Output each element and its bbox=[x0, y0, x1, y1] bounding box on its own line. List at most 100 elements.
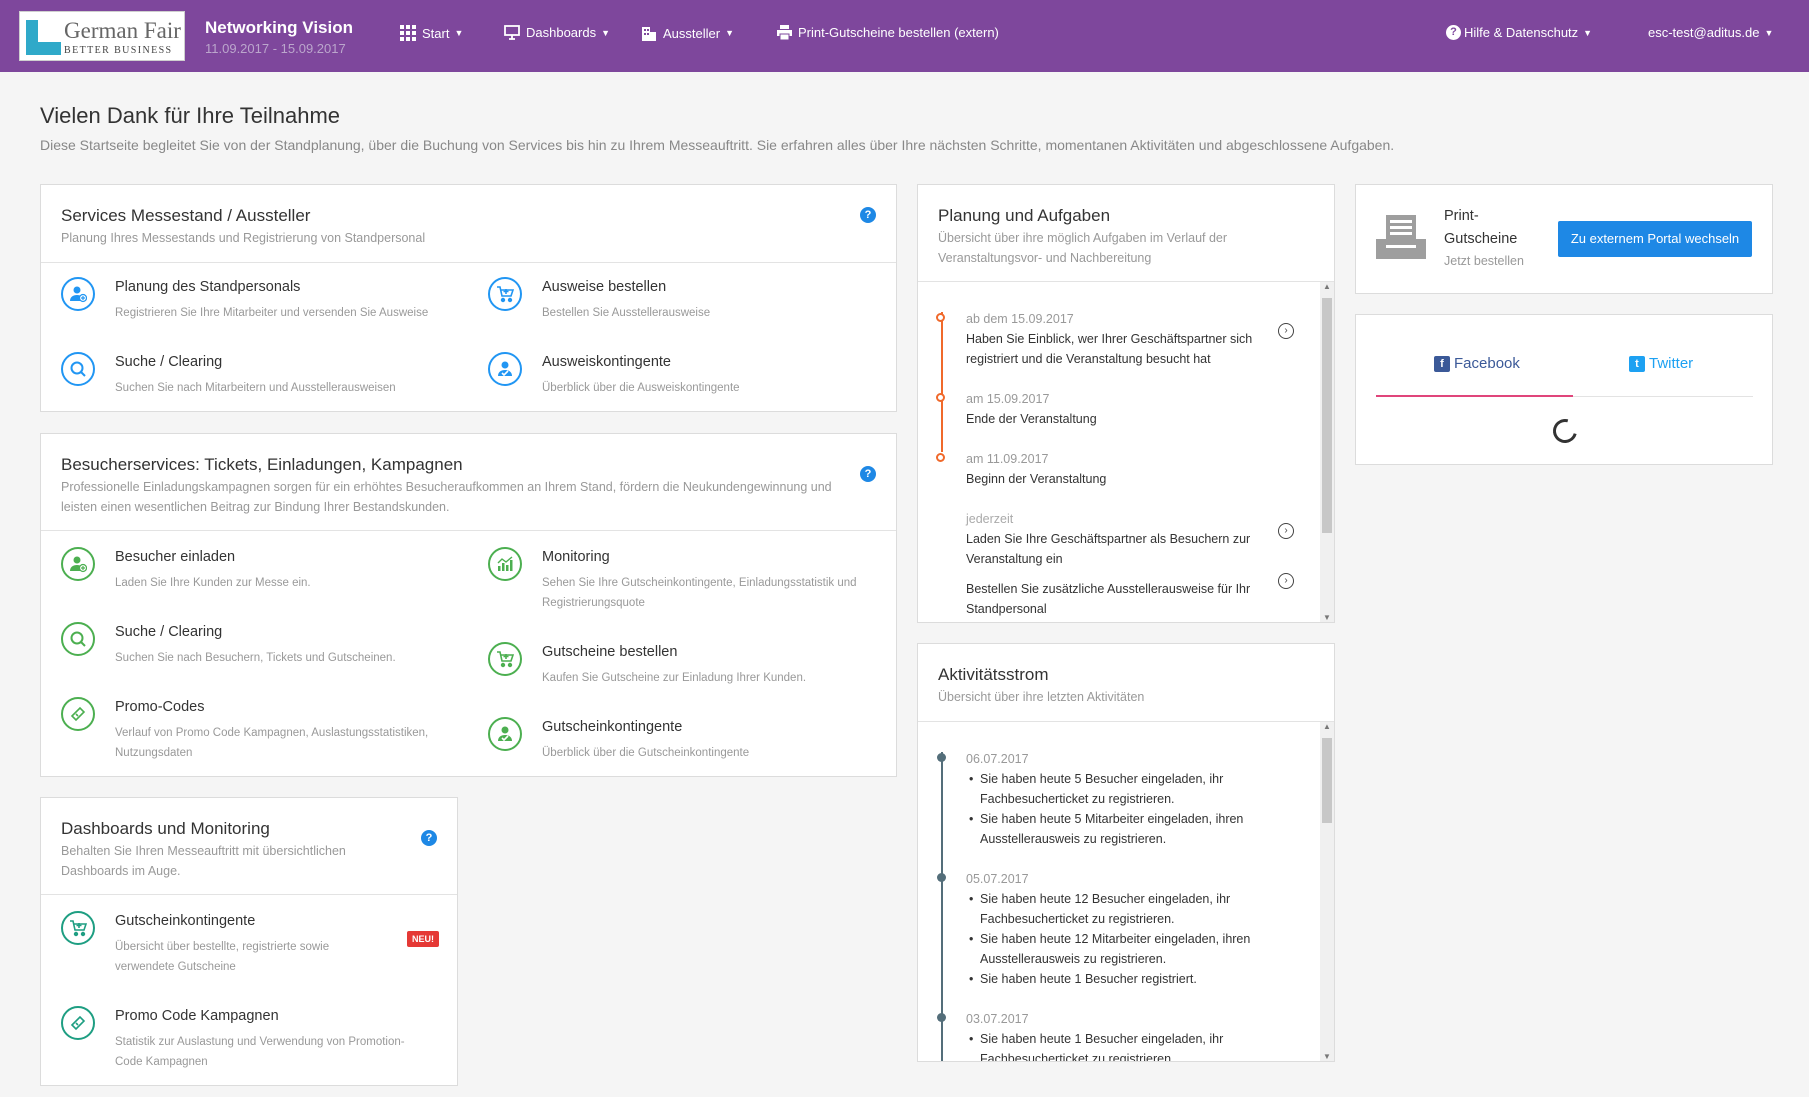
dashboard-promo-code-kampagnen[interactable]: Promo Code Kampagnen Statistik zur Ausla… bbox=[61, 1006, 439, 1076]
nav-dashboards[interactable]: Dashboards ▼ bbox=[504, 25, 610, 40]
external-portal-button[interactable]: Zu externem Portal wechseln bbox=[1558, 221, 1752, 257]
activity-line: Sie haben heute 12 Mitarbeiter eingelade… bbox=[969, 929, 1304, 969]
print-card-title: Print-Gutscheine bbox=[1444, 208, 1518, 247]
service-gutscheinkontingente[interactable]: Gutscheinkontingente Überblick über die … bbox=[488, 717, 878, 767]
service-ausweise-bestellen[interactable]: Ausweise bestellen Bestellen Sie Ausstel… bbox=[488, 277, 878, 337]
timeline-text: Laden Sie Ihre Geschäftspartner als Besu… bbox=[966, 532, 1251, 566]
tab-twitter[interactable]: t Twitter bbox=[1629, 355, 1693, 372]
service-monitoring[interactable]: Monitoring Sehen Sie Ihre Gutscheinkonti… bbox=[488, 547, 878, 617]
card-subtitle: Professionelle Einladungskampagnen sorge… bbox=[61, 480, 832, 514]
person-check-icon bbox=[488, 352, 522, 386]
activity-date: 06.07.2017 bbox=[966, 752, 1029, 766]
social-feed-card: f Facebook t Twitter bbox=[1355, 314, 1773, 465]
service-description: Bestellen Sie Ausstellerausweise bbox=[542, 307, 711, 319]
service-title: Promo-Codes bbox=[115, 699, 205, 715]
page-subtitle: Diese Startseite begleitet Sie von der S… bbox=[40, 137, 1395, 153]
twitter-icon: t bbox=[1629, 355, 1645, 372]
scroll-up-icon[interactable]: ▲ bbox=[1320, 722, 1334, 731]
tab-facebook[interactable]: f Facebook bbox=[1434, 355, 1520, 372]
activity-entry: 05.07.2017 Sie haben heute 12 Besucher e… bbox=[937, 869, 1304, 989]
timeline-item: jederzeit Laden Sie Ihre Geschäftspartne… bbox=[966, 509, 1294, 569]
scroll-down-icon[interactable]: ▼ bbox=[1320, 1052, 1334, 1061]
service-suche-clearing[interactable]: Suche / Clearing Suchen Sie nach Mitarbe… bbox=[61, 352, 461, 402]
scroll-thumb[interactable] bbox=[1322, 738, 1332, 823]
service-title: Ausweiskontingente bbox=[542, 354, 671, 370]
activity-list[interactable]: 06.07.2017 Sie haben heute 5 Besucher ei… bbox=[918, 722, 1334, 1061]
services-exhibitor-card: Services Messestand / Aussteller Planung… bbox=[40, 184, 897, 412]
service-besucher-einladen[interactable]: Besucher einladen Laden Sie Ihre Kunden … bbox=[61, 547, 461, 597]
building-icon bbox=[642, 27, 656, 41]
visitor-services-card: Besucherservices: Tickets, Einladungen, … bbox=[40, 433, 897, 777]
cart-icon bbox=[61, 911, 95, 945]
activity-stream-card: Aktivitätsstrom Übersicht über ihre letz… bbox=[917, 643, 1335, 1062]
activity-line: Sie haben heute 1 Besucher registriert. bbox=[969, 969, 1304, 989]
chevron-right-circle-icon[interactable]: › bbox=[1278, 323, 1294, 339]
timeline-line bbox=[941, 312, 943, 452]
nav-help[interactable]: ? Hilfe & Datenschutz ▼ bbox=[1446, 25, 1592, 40]
service-description: Suchen Sie nach Mitarbeitern und Ausstel… bbox=[115, 382, 396, 394]
nav-dashboards-label: Dashboards bbox=[526, 25, 597, 40]
nav-aussteller-label: Aussteller bbox=[663, 25, 721, 41]
facebook-icon: f bbox=[1434, 355, 1450, 372]
service-description: Sehen Sie Ihre Gutscheinkontingente, Ein… bbox=[542, 577, 857, 609]
timeline-dot bbox=[936, 453, 945, 462]
service-title: Monitoring bbox=[542, 549, 610, 565]
nav-user-menu[interactable]: esc-test@aditus.de ▼ bbox=[1648, 25, 1773, 40]
service-ausweiskontingente[interactable]: Ausweiskontingente Überblick über die Au… bbox=[488, 352, 878, 402]
monitor-icon bbox=[504, 25, 520, 40]
service-standpersonal-planning[interactable]: Planung des Standpersonals Registrieren … bbox=[61, 277, 461, 337]
user-email: esc-test@aditus.de bbox=[1648, 25, 1760, 40]
chevron-down-icon: ▼ bbox=[601, 27, 611, 38]
scroll-down-icon[interactable]: ▼ bbox=[1320, 613, 1334, 622]
tab-facebook-label: Facebook bbox=[1454, 355, 1520, 372]
chevron-down-icon: ▼ bbox=[1583, 27, 1593, 38]
service-gutscheine-bestellen[interactable]: Gutscheine bestellen Kaufen Sie Gutschei… bbox=[488, 642, 878, 692]
chart-icon bbox=[488, 547, 522, 581]
timeline-dot bbox=[936, 313, 945, 322]
service-title: Besucher einladen bbox=[115, 549, 236, 565]
new-badge: NEU! bbox=[407, 931, 439, 947]
timeline-date: am 11.09.2017 bbox=[966, 452, 1049, 466]
service-title: Gutscheine bestellen bbox=[542, 644, 678, 660]
timeline-text: Beginn der Veranstaltung bbox=[966, 472, 1107, 486]
scrollbar[interactable]: ▲ ▼ bbox=[1320, 282, 1334, 622]
card-subtitle: Behalten Sie Ihren Messeauftritt mit übe… bbox=[61, 844, 346, 878]
help-icon[interactable]: ? bbox=[860, 207, 876, 223]
planning-timeline[interactable]: ab dem 15.09.2017 Haben Sie Einblick, we… bbox=[918, 282, 1334, 622]
activity-date: 05.07.2017 bbox=[966, 872, 1029, 886]
dashboard-gutscheinkontingente[interactable]: Gutscheinkontingente Übersicht über best… bbox=[61, 911, 439, 981]
search-icon bbox=[61, 352, 95, 386]
nav-print-gutscheine[interactable]: Print-Gutscheine bestellen (extern) bbox=[777, 25, 999, 40]
scroll-thumb[interactable] bbox=[1322, 298, 1332, 533]
tab-divider bbox=[1573, 396, 1753, 397]
chevron-right-circle-icon[interactable]: › bbox=[1278, 523, 1294, 539]
nav-aussteller[interactable]: Aussteller ▼ bbox=[641, 25, 734, 41]
german-fair-logo[interactable]: German Fair BETTER BUSINESS bbox=[19, 11, 185, 61]
card-subtitle: Planung Ihres Messestands und Registrier… bbox=[61, 231, 426, 245]
logo-tagline: BETTER BUSINESS bbox=[64, 45, 173, 56]
activity-line: Sie haben heute 5 Mitarbeiter eingeladen… bbox=[969, 809, 1304, 849]
service-suche-clearing-visitors[interactable]: Suche / Clearing Suchen Sie nach Besuche… bbox=[61, 622, 461, 672]
service-title: Planung des Standpersonals bbox=[115, 279, 301, 295]
scroll-up-icon[interactable]: ▲ bbox=[1320, 282, 1334, 291]
service-description: Laden Sie Ihre Kunden zur Messe ein. bbox=[115, 577, 311, 589]
help-icon[interactable]: ? bbox=[421, 830, 437, 846]
service-title: Gutscheinkontingente bbox=[115, 913, 256, 929]
service-description: Statistik zur Auslastung und Verwendung … bbox=[115, 1036, 405, 1068]
card-header: Dashboards und Monitoring Behalten Sie I… bbox=[41, 798, 457, 895]
scrollbar[interactable]: ▲ ▼ bbox=[1320, 722, 1334, 1061]
activity-date: 03.07.2017 bbox=[966, 1012, 1029, 1026]
help-icon[interactable]: ? bbox=[860, 466, 876, 482]
timeline-date: jederzeit bbox=[966, 512, 1014, 526]
service-description: Übersicht über bestellte, registrierte s… bbox=[115, 941, 330, 973]
chevron-right-circle-icon[interactable]: › bbox=[1278, 573, 1294, 589]
service-title: Suche / Clearing bbox=[115, 624, 223, 640]
person-check-icon bbox=[488, 717, 522, 751]
planning-tasks-card: Planung und Aufgaben Übersicht über ihre… bbox=[917, 184, 1335, 623]
service-promo-codes[interactable]: Promo-Codes Verlauf von Promo Code Kampa… bbox=[61, 697, 461, 767]
nav-start[interactable]: Start ▼ bbox=[400, 25, 463, 41]
service-title: Promo Code Kampagnen bbox=[115, 1008, 279, 1024]
timeline-text: Bestellen Sie zusätzliche Ausstellerausw… bbox=[966, 582, 1251, 616]
grid-icon bbox=[400, 25, 416, 41]
cart-icon bbox=[488, 277, 522, 311]
